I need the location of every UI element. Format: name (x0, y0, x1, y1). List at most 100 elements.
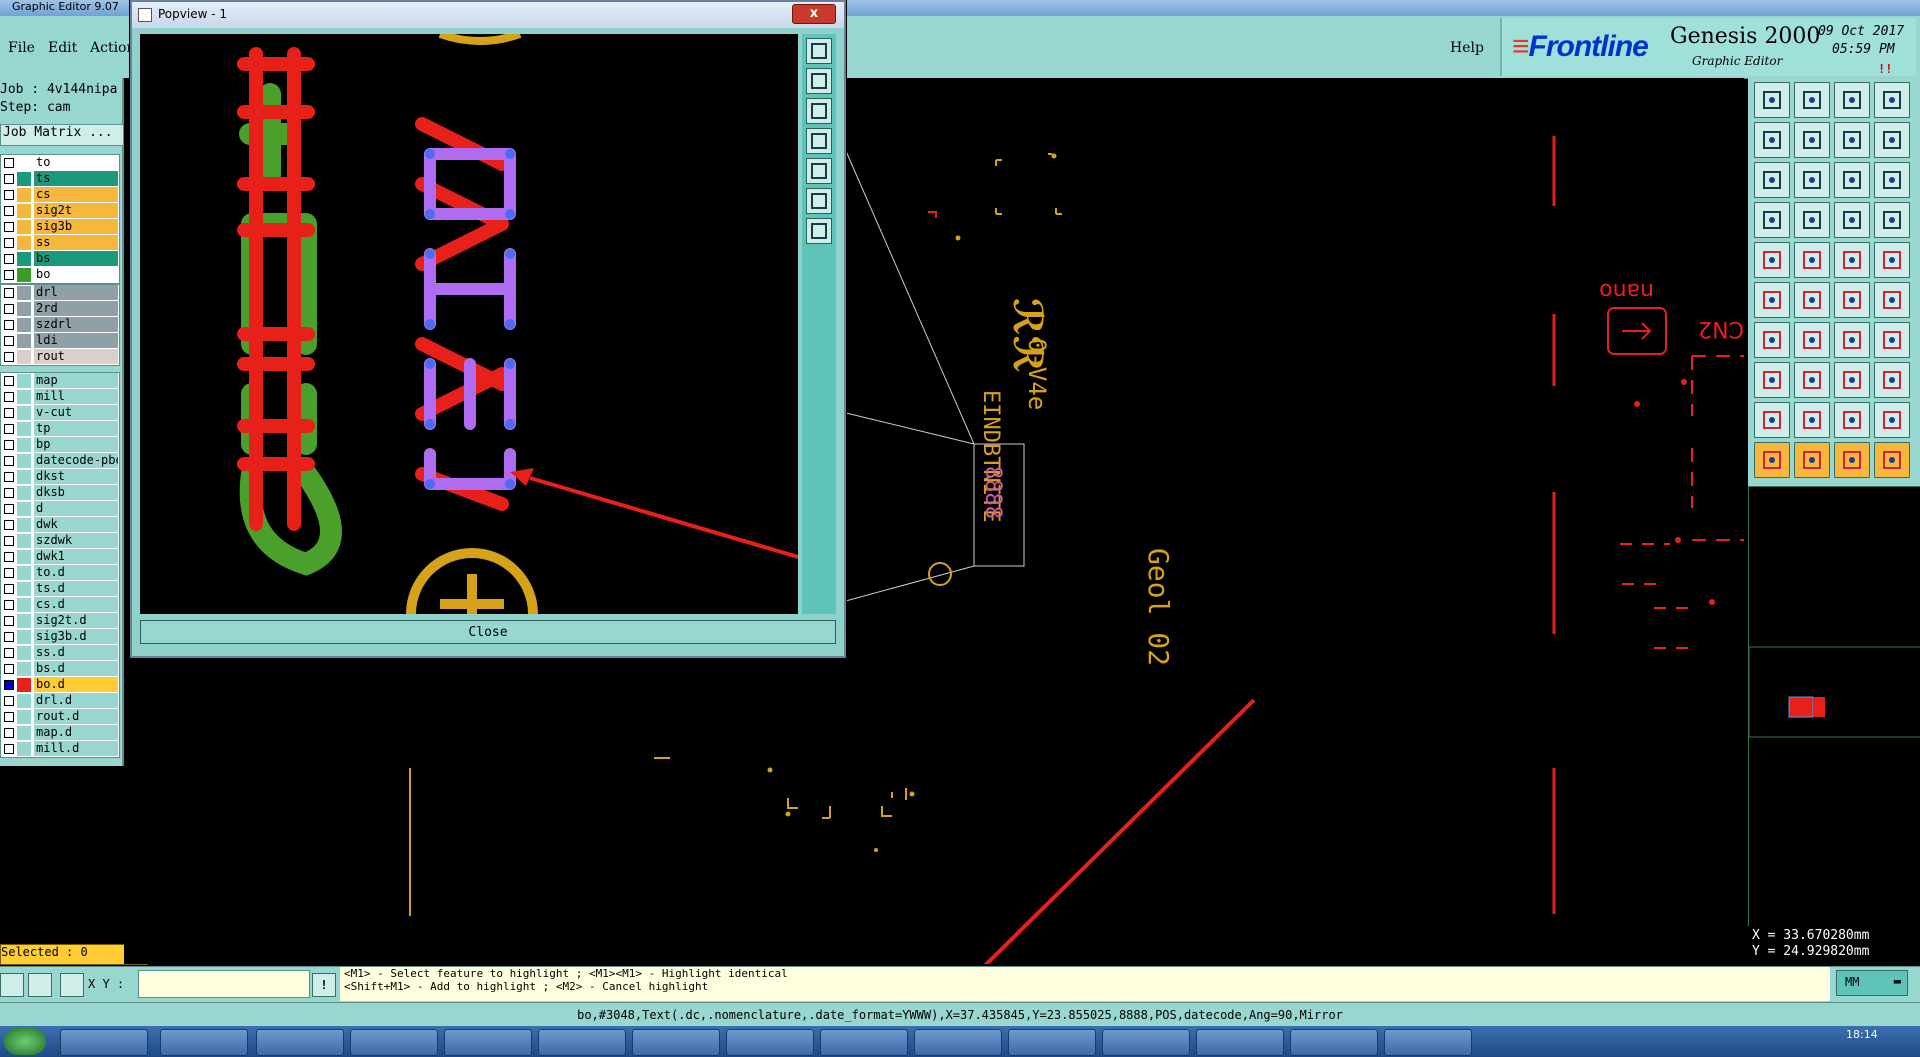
layer-checkbox[interactable] (4, 744, 14, 754)
units-select[interactable]: MM ▬ (1836, 970, 1908, 996)
layer-row[interactable]: ss.d (1, 645, 119, 661)
snap-black-icon[interactable] (1874, 202, 1910, 238)
next-icon[interactable] (1794, 122, 1830, 158)
layer-checkbox[interactable] (4, 648, 14, 658)
layer-checkbox[interactable] (4, 520, 14, 530)
layer-row[interactable]: 2rd (1, 301, 119, 317)
move-icon[interactable] (1874, 362, 1910, 398)
layer-row[interactable]: bo.d (1, 677, 119, 693)
center-icon[interactable] (1794, 162, 1830, 198)
layer-checkbox[interactable] (4, 536, 14, 546)
polygon-b-icon[interactable] (1794, 402, 1830, 438)
popview-close-x-button[interactable]: x (792, 4, 836, 24)
taskbar-item[interactable] (1384, 1029, 1472, 1056)
menu-edit[interactable]: Edit (48, 40, 77, 56)
snap-icon[interactable] (0, 973, 24, 997)
cross-icon[interactable] (1794, 282, 1830, 318)
taskbar-item[interactable] (1196, 1029, 1284, 1056)
taskbar-item[interactable] (820, 1029, 908, 1056)
start-button[interactable] (4, 1028, 46, 1055)
layer-checkbox[interactable] (4, 392, 14, 402)
layer-checkbox[interactable] (4, 728, 14, 738)
pv-zoom-out-icon[interactable] (806, 68, 832, 94)
prev-icon[interactable] (1754, 122, 1790, 158)
layer-row[interactable]: dkst (1, 469, 119, 485)
layer-row[interactable]: ss (1, 235, 119, 251)
alert-icon[interactable]: ! (312, 973, 336, 997)
layer-checkbox[interactable] (4, 712, 14, 722)
job-matrix-button[interactable]: Job Matrix ... (0, 124, 124, 146)
layer-row[interactable]: tp (1, 421, 119, 437)
layer-row[interactable]: to (1, 155, 119, 171)
taskbar-item[interactable] (160, 1029, 248, 1056)
layer-row[interactable]: drl (1, 285, 119, 301)
taskbar-item[interactable] (538, 1029, 626, 1056)
add-text-icon[interactable] (1874, 242, 1910, 278)
pointer-4-icon[interactable] (1874, 442, 1910, 478)
snap-red-icon[interactable] (1834, 202, 1870, 238)
layer-row[interactable]: sig2t.d (1, 613, 119, 629)
xy-input[interactable] (138, 970, 310, 998)
polygon-a-icon[interactable] (1754, 402, 1790, 438)
layer-checkbox[interactable] (4, 304, 14, 314)
layer-checkbox[interactable] (4, 174, 14, 184)
layer-checkbox[interactable] (4, 158, 14, 168)
pointer-icon[interactable] (1754, 442, 1790, 478)
layer-row[interactable]: dksb (1, 485, 119, 501)
layer-row[interactable]: ldi (1, 333, 119, 349)
layer-row[interactable]: cs (1, 187, 119, 203)
layer-checkbox[interactable] (4, 504, 14, 514)
layer-row[interactable]: bp (1, 437, 119, 453)
layer-row[interactable]: szdrl (1, 317, 119, 333)
popview-close-button[interactable]: Close (140, 620, 836, 644)
open-icon[interactable] (1754, 82, 1790, 118)
pv-pan-right-icon[interactable] (806, 158, 832, 184)
select-net-icon[interactable] (1754, 282, 1790, 318)
polygon-d-icon[interactable] (1874, 402, 1910, 438)
layer-checkbox[interactable] (4, 190, 14, 200)
layer-row[interactable]: sig3b (1, 219, 119, 235)
layer-checkbox[interactable] (4, 270, 14, 280)
layer-row[interactable]: bs.d (1, 661, 119, 677)
measure-icon[interactable] (28, 973, 52, 997)
home-icon[interactable] (1834, 82, 1870, 118)
layer-row[interactable]: bo (1, 267, 119, 283)
polygon-c-icon[interactable] (1834, 402, 1870, 438)
layer-checkbox[interactable] (4, 680, 14, 690)
layer-checkbox[interactable] (4, 206, 14, 216)
layer-checkbox[interactable] (4, 336, 14, 346)
layer-checkbox[interactable] (4, 320, 14, 330)
add-line-icon[interactable] (1794, 242, 1830, 278)
layer-checkbox[interactable] (4, 352, 14, 362)
layer-checkbox[interactable] (4, 376, 14, 386)
layer-row[interactable]: map.d (1, 725, 119, 741)
layer-checkbox[interactable] (4, 288, 14, 298)
layer-row[interactable]: ts.d (1, 581, 119, 597)
layer-row[interactable]: mill.d (1, 741, 119, 757)
slope-icon[interactable] (1794, 322, 1830, 358)
popview-titlebar[interactable]: Popview - 1 x (132, 2, 844, 28)
help-icon[interactable] (1874, 162, 1910, 198)
layer-row[interactable]: map (1, 373, 119, 389)
taskbar-item[interactable] (1290, 1029, 1378, 1056)
redo-icon[interactable] (1874, 122, 1910, 158)
taskbar-item[interactable] (726, 1029, 814, 1056)
layer-row[interactable]: to.d (1, 565, 119, 581)
pv-center-icon[interactable] (806, 218, 832, 244)
save-icon[interactable] (1794, 82, 1830, 118)
layer-checkbox[interactable] (4, 456, 14, 466)
layer-row[interactable]: drl.d (1, 693, 119, 709)
pointer-3-icon[interactable] (1834, 442, 1870, 478)
layer-checkbox[interactable] (4, 424, 14, 434)
layer-row[interactable]: v-cut (1, 405, 119, 421)
layer-checkbox[interactable] (4, 568, 14, 578)
layer-row[interactable]: ts (1, 171, 119, 187)
layer-checkbox[interactable] (4, 472, 14, 482)
add-surface-icon[interactable] (1834, 242, 1870, 278)
fit-icon[interactable] (1754, 162, 1790, 198)
pv-pan-up-icon[interactable] (806, 98, 832, 124)
layer-row[interactable]: bs (1, 251, 119, 267)
layer-checkbox[interactable] (4, 616, 14, 626)
layer-checkbox[interactable] (4, 222, 14, 232)
layer-row[interactable]: datecode-pbe (1, 453, 119, 469)
